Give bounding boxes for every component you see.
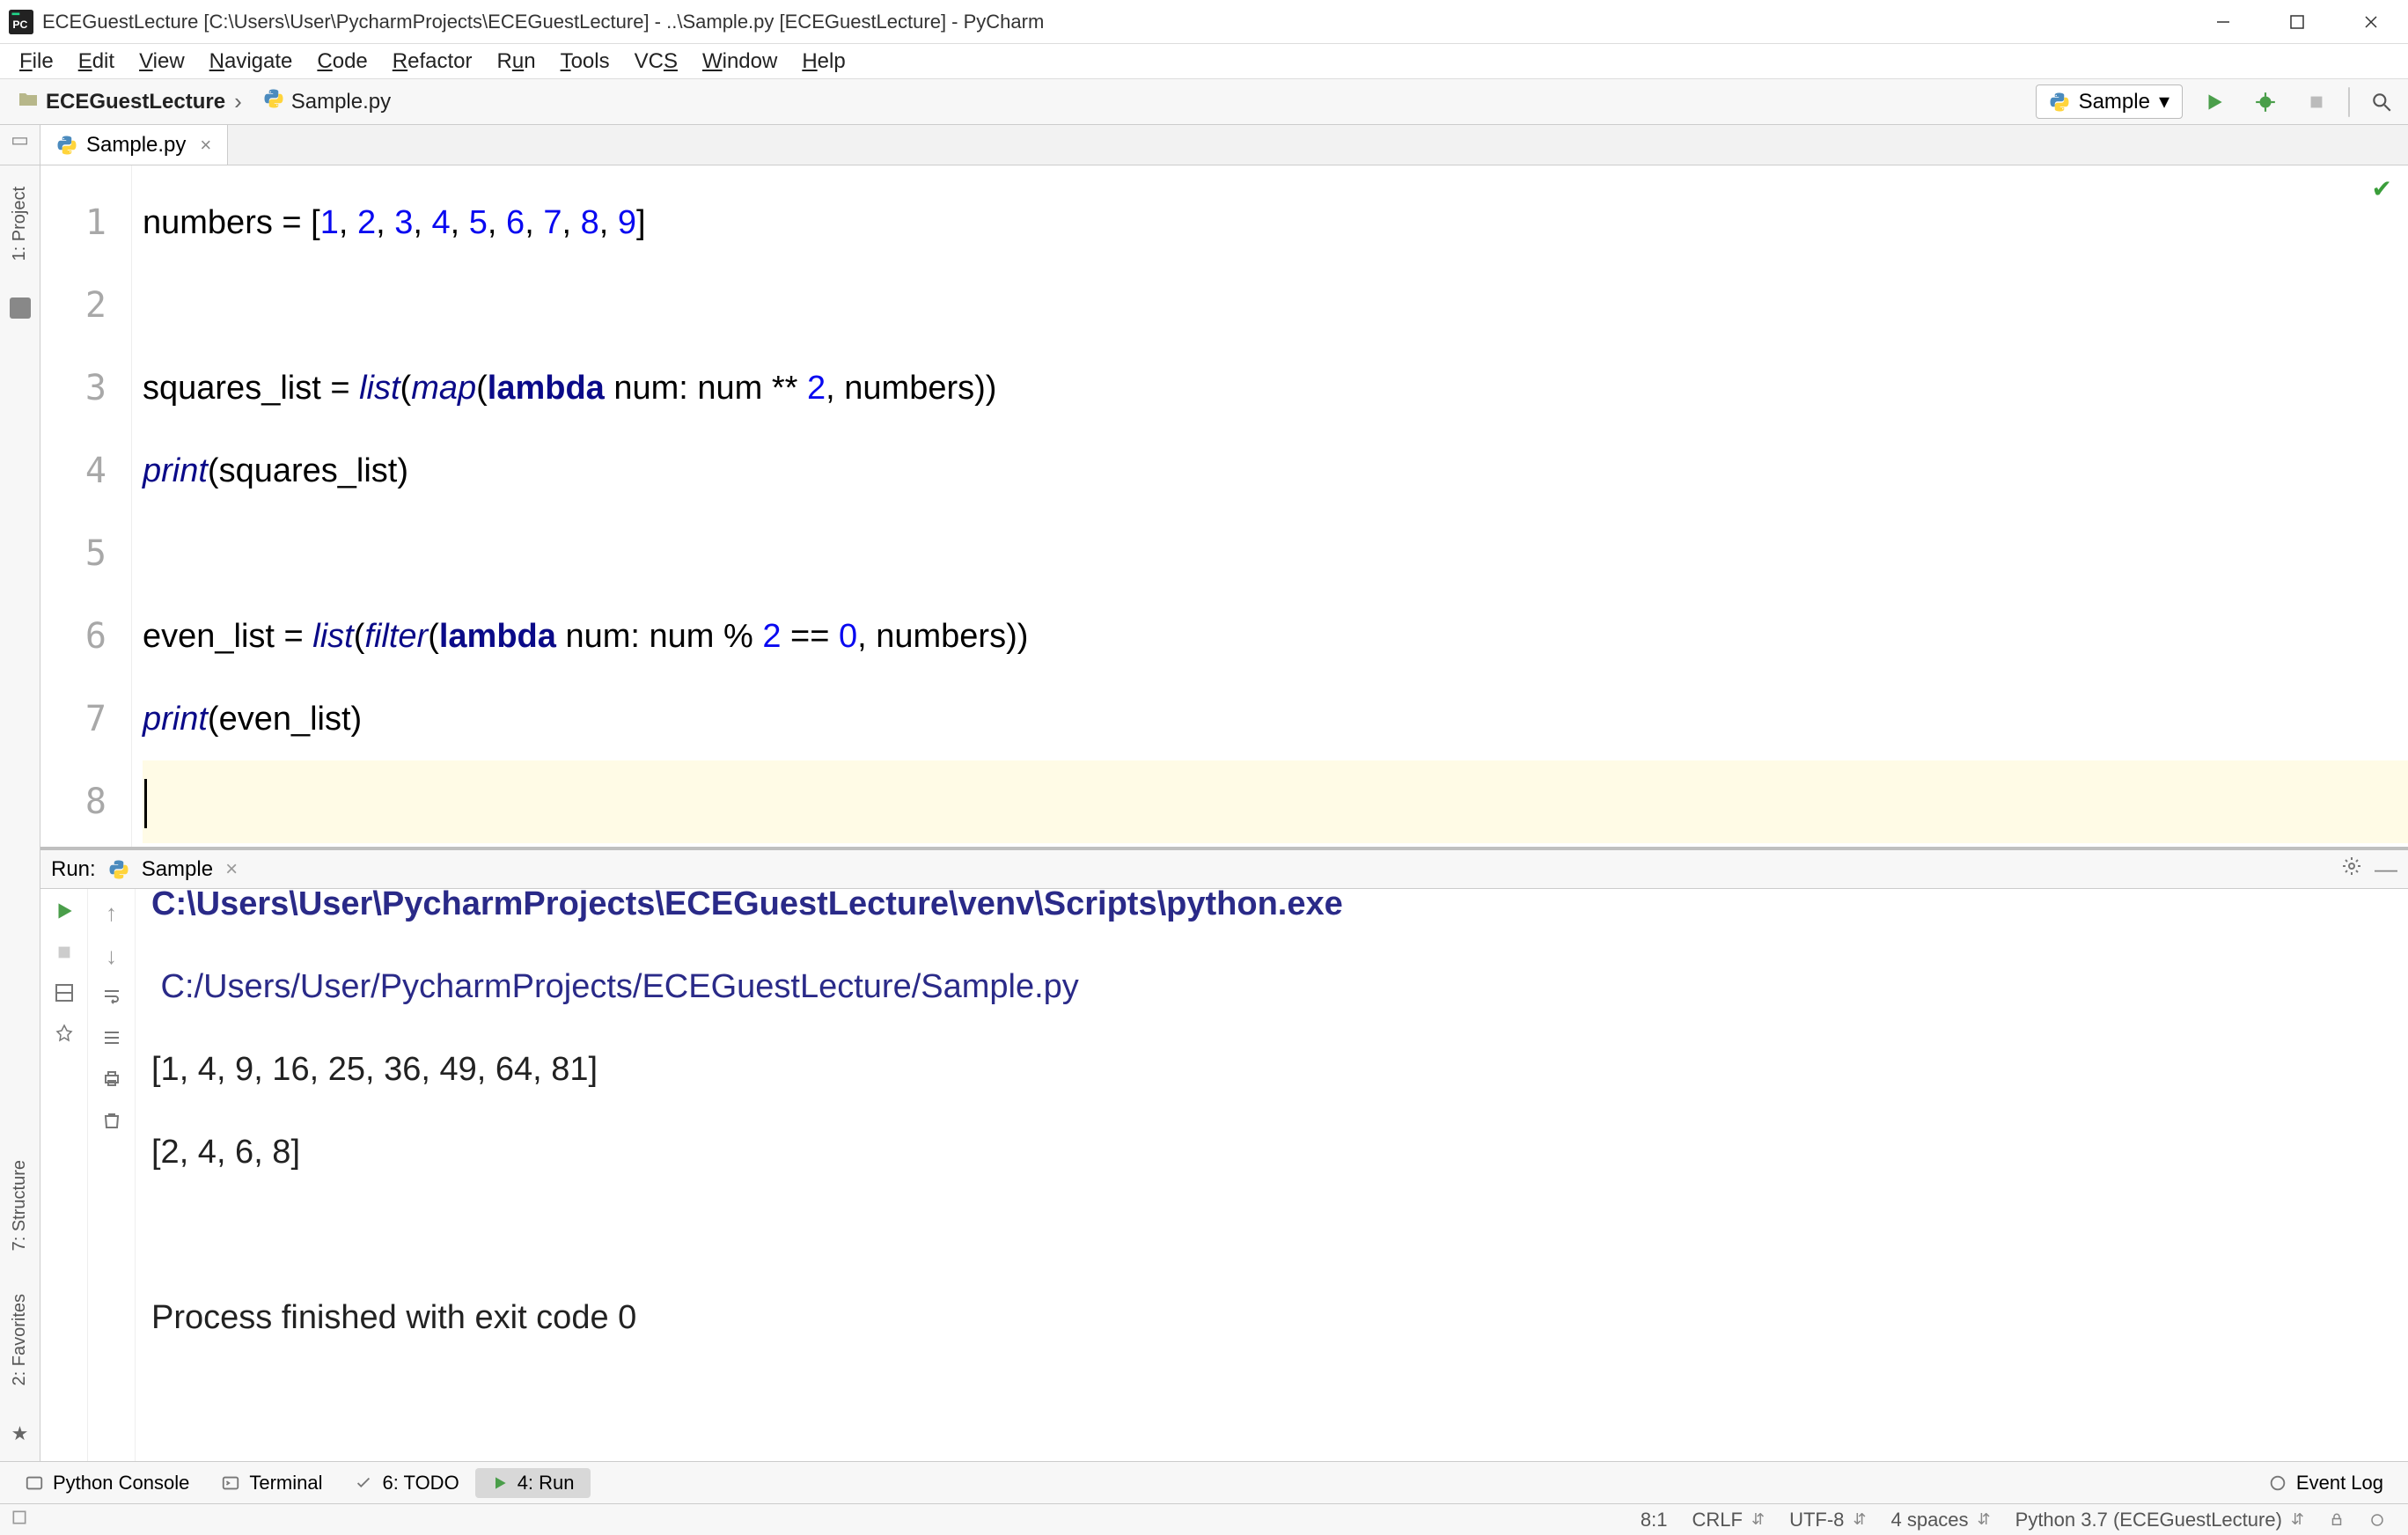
editor-tabs: ▭ Sample.py ×: [0, 125, 2408, 165]
title-bar: PC ECEGuestLecture [C:\Users\User\Pychar…: [0, 0, 2408, 44]
chevron-down-icon: ▾: [2159, 89, 2169, 114]
down-icon[interactable]: ↓: [106, 943, 117, 970]
status-cursor[interactable]: 8:1: [1628, 1509, 1680, 1531]
status-bar: 8:1 CRLF UTF-8 4 spaces Python 3.7 (ECEG…: [0, 1503, 2408, 1535]
code-line-6[interactable]: even_list = list(filter(lambda num: num …: [143, 595, 2408, 678]
status-interpreter[interactable]: Python 3.7 (ECEGuestLecture): [2003, 1509, 2316, 1531]
tool-python-console[interactable]: Python Console: [9, 1468, 205, 1498]
pin-icon[interactable]: [54, 1024, 75, 1049]
console-out-1: [1, 4, 9, 16, 25, 36, 49, 64, 81]: [151, 1028, 2392, 1111]
status-indent[interactable]: 4 spaces: [1878, 1509, 2002, 1531]
status-readonly-icon[interactable]: [2316, 1512, 2357, 1528]
hide-icon[interactable]: ▭: [11, 129, 29, 151]
status-encoding[interactable]: UTF-8: [1777, 1509, 1878, 1531]
code-line-3[interactable]: squares_list = list(map(lambda num: num …: [143, 347, 2408, 430]
code-line-1[interactable]: numbers = [1, 2, 3, 4, 5, 6, 7, 8, 9]: [143, 181, 2408, 264]
console-path: C:/Users/User/PycharmProjects/ECEGuestLe…: [151, 945, 2392, 1028]
up-icon[interactable]: ↑: [106, 900, 117, 927]
code-editor[interactable]: 1 2 3 4 5 6 7 8 numbers = [1, 2, 3, 4, 5…: [40, 165, 2408, 847]
code-line-8[interactable]: [143, 760, 2408, 843]
console-exit: Process finished with exit code 0: [151, 1276, 2392, 1359]
run-left-toolbar-2: ↑ ↓: [88, 889, 136, 1461]
maximize-button[interactable]: [2260, 0, 2334, 44]
file-tab-sample[interactable]: Sample.py ×: [40, 125, 228, 165]
menu-navigate[interactable]: Navigate: [197, 44, 305, 79]
menu-vcs[interactable]: VCS: [622, 44, 690, 79]
print-icon[interactable]: [101, 1069, 122, 1094]
tool-project-icon[interactable]: [10, 297, 31, 319]
search-button[interactable]: [2362, 83, 2401, 121]
tool-project[interactable]: 1: Project: [10, 187, 30, 261]
breadcrumb-file[interactable]: Sample.py: [253, 84, 401, 119]
menu-refactor[interactable]: Refactor: [380, 44, 485, 79]
stop-icon: [55, 943, 74, 966]
tool-terminal[interactable]: Terminal: [205, 1468, 338, 1498]
console-icon: [25, 1473, 44, 1493]
menu-bar: File Edit View Navigate Code Refactor Ru…: [0, 44, 2408, 79]
menu-tools[interactable]: Tools: [548, 44, 622, 79]
folder-icon: [18, 88, 39, 115]
rerun-icon[interactable]: [53, 900, 76, 927]
left-tool-strip: 1: Project 7: Structure 2: Favorites ★: [0, 165, 40, 1461]
menu-edit[interactable]: Edit: [66, 44, 127, 79]
status-ide-icon[interactable]: [2357, 1512, 2397, 1528]
todo-icon: [354, 1473, 373, 1493]
code-line-2[interactable]: [143, 264, 2408, 347]
caret: [144, 779, 147, 828]
tool-todo[interactable]: 6: TODO: [338, 1468, 474, 1498]
terminal-icon: [221, 1473, 240, 1493]
menu-help[interactable]: Help: [789, 44, 857, 79]
run-left-toolbar-1: [40, 889, 88, 1461]
breadcrumb-project[interactable]: ECEGuestLecture: [7, 84, 253, 119]
code-area[interactable]: numbers = [1, 2, 3, 4, 5, 6, 7, 8, 9] sq…: [132, 165, 2408, 847]
python-icon: [108, 859, 129, 880]
debug-button[interactable]: [2246, 83, 2285, 121]
tool-run[interactable]: 4: Run: [475, 1468, 591, 1498]
menu-view[interactable]: View: [127, 44, 197, 79]
soft-wrap-icon[interactable]: [101, 986, 122, 1011]
tool-favorites[interactable]: 2: Favorites: [10, 1294, 30, 1385]
code-line-7[interactable]: print(even_list): [143, 678, 2408, 760]
line-numbers: 1 2 3 4 5 6 7 8: [40, 165, 132, 847]
play-icon: [491, 1474, 509, 1492]
status-icon[interactable]: [11, 1509, 28, 1531]
layout-icon[interactable]: [54, 982, 75, 1008]
scroll-icon[interactable]: [101, 1027, 122, 1053]
code-line-5[interactable]: [143, 512, 2408, 595]
bottom-tool-bar: Python Console Terminal 6: TODO 4: Run E…: [0, 1461, 2408, 1503]
tool-event-log[interactable]: Event Log: [2252, 1468, 2399, 1498]
window-title: ECEGuestLecture [C:\Users\User\PycharmPr…: [42, 11, 2186, 33]
tool-structure[interactable]: 7: Structure: [10, 1160, 30, 1251]
stop-button: [2297, 83, 2336, 121]
console-out-2: [2, 4, 6, 8]: [151, 1111, 2392, 1193]
tool-window-left-top: ▭: [0, 125, 40, 165]
console-blank: [151, 1193, 2392, 1276]
favorite-icon[interactable]: ★: [11, 1422, 29, 1445]
pycharm-icon: PC: [7, 8, 35, 36]
run-button[interactable]: [2195, 83, 2234, 121]
menu-window[interactable]: Window: [690, 44, 789, 79]
run-label: Run:: [51, 857, 96, 882]
separator: [2348, 87, 2350, 117]
minimize-button[interactable]: [2186, 0, 2260, 44]
run-config-selector[interactable]: Sample ▾: [2036, 84, 2183, 119]
menu-run[interactable]: Run: [485, 44, 548, 79]
run-tool-window: Run: Sample × — ↑ ↓: [40, 847, 2408, 1461]
inspection-ok-icon[interactable]: ✔: [2372, 174, 2392, 203]
menu-file[interactable]: File: [7, 44, 66, 79]
console-output[interactable]: C:\Users\User\PycharmProjects\ECEGuestLe…: [136, 889, 2408, 1461]
svg-text:PC: PC: [12, 18, 27, 31]
console-cmd: C:\Users\User\PycharmProjects\ECEGuestLe…: [151, 863, 2392, 945]
status-line-ending[interactable]: CRLF: [1680, 1509, 1778, 1531]
close-button[interactable]: [2334, 0, 2408, 44]
close-tab-icon[interactable]: ×: [200, 134, 211, 157]
navigation-bar: ECEGuestLecture Sample.py Sample ▾: [0, 79, 2408, 125]
python-file-icon: [263, 88, 284, 115]
code-line-4[interactable]: print(squares_list): [143, 430, 2408, 512]
event-log-icon: [2268, 1473, 2287, 1493]
trash-icon[interactable]: [101, 1110, 122, 1135]
menu-code[interactable]: Code: [305, 44, 379, 79]
